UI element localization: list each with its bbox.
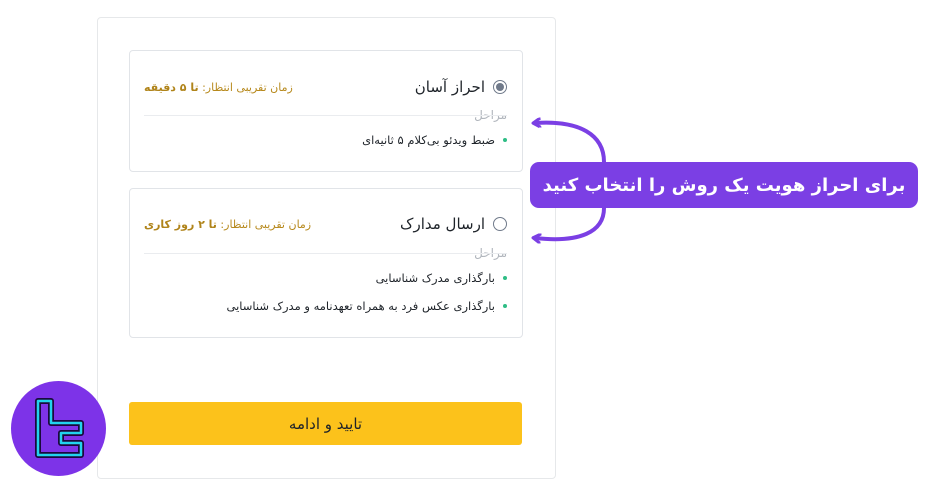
annotation-arrows <box>0 0 606 483</box>
callout-banner: برای احراز هویت یک روش را انتخاب کنید <box>530 162 918 208</box>
brand-logo-icon <box>11 381 106 476</box>
arrow-to-option-two <box>535 207 606 239</box>
arrow-to-option-one <box>535 123 606 163</box>
callout-text: برای احراز هویت یک روش را انتخاب کنید <box>542 174 906 196</box>
